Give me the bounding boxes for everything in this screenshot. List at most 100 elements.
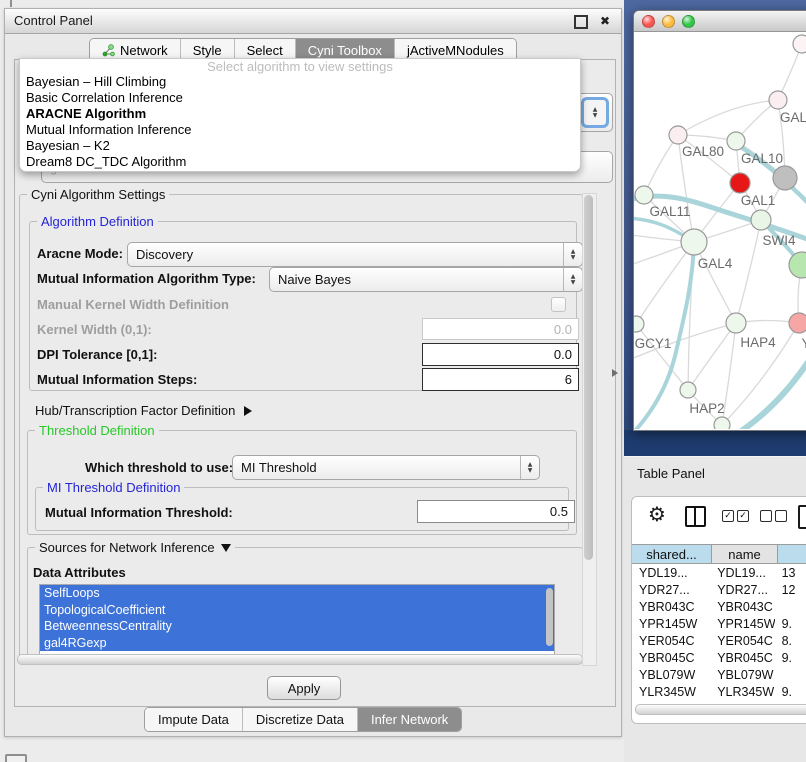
table-cell: YIL052C [632, 701, 710, 702]
network-node-swi4[interactable] [751, 210, 771, 230]
network-canvas[interactable]: GALGAL80GAL10GAL1GAL11SWI4GAL4GCY1HAP4YH… [634, 32, 806, 429]
table-row[interactable]: YDL19...YDL19...13 [632, 565, 806, 582]
table-row[interactable]: YDR27...YDR27...12 [632, 582, 806, 599]
attribute-item-gal4rgexp[interactable]: gal4RGexp [40, 635, 554, 652]
network-window-titlebar[interactable] [634, 11, 806, 32]
table-row[interactable]: YBL079WYBL079W [632, 667, 806, 684]
bottom-tab-infer-network[interactable]: Infer Network [358, 708, 461, 731]
algorithm-option-dream8-dc-tdc-algorithm[interactable]: Dream8 DC_TDC Algorithm [20, 154, 580, 170]
apply-button-label: Apply [288, 681, 321, 696]
table-row[interactable]: YPR145WYPR145W9. [632, 616, 806, 633]
network-edge[interactable] [678, 100, 778, 135]
bottom-tab-impute-data[interactable]: Impute Data [145, 708, 243, 731]
network-edge[interactable] [694, 242, 736, 323]
table-cell: YBR045C [710, 650, 774, 667]
apply-button[interactable]: Apply [267, 676, 341, 700]
settings-scrollbar-thumb[interactable] [584, 195, 593, 560]
network-node-gal4[interactable] [681, 229, 707, 255]
table-row[interactable]: YIL052CYIL052C9. [632, 701, 806, 702]
bottom-left-widget[interactable] [5, 754, 27, 762]
close-icon[interactable]: ✖ [600, 9, 610, 33]
which-threshold-value: MI Threshold [241, 460, 317, 475]
algorithm-option-bayesian-k2[interactable]: Bayesian – K2 [20, 138, 580, 154]
manual-kernel-label: Manual Kernel Width Definition [37, 297, 229, 312]
network-node[interactable] [773, 166, 797, 190]
mi-type-combobox[interactable]: Naive Bayes ▲▼ [269, 267, 583, 292]
algorithm-popup: Select algorithm to view settings Bayesi… [19, 58, 581, 172]
column-header-name[interactable]: name [712, 544, 778, 564]
network-node[interactable] [789, 252, 806, 278]
tab-label: Select [247, 43, 283, 58]
network-node-y[interactable] [789, 313, 806, 333]
network-node-hap2[interactable] [680, 382, 696, 398]
mi-steps-field[interactable]: 6 [422, 368, 579, 391]
node-label: GAL80 [682, 144, 724, 159]
network-node-gcy1[interactable] [634, 316, 644, 332]
list-scrollbar-thumb[interactable] [546, 588, 553, 646]
table-row[interactable]: YER054CYER054C8. [632, 633, 806, 650]
column-header-hidden[interactable] [778, 544, 806, 564]
aracne-mode-label: Aracne Mode: [37, 246, 123, 261]
close-traffic-light[interactable] [642, 15, 655, 28]
table-row[interactable]: YBR043CYBR043C [632, 599, 806, 616]
split-columns-icon[interactable] [685, 506, 706, 527]
mi-threshold-field[interactable]: 0.5 [417, 500, 575, 523]
algorithm-option-bayesian-hill-climbing[interactable]: Bayesian – Hill Climbing [20, 74, 580, 90]
settings-horizontal-scrollbar[interactable] [17, 654, 583, 665]
top-edge-mark [10, 0, 12, 7]
algorithm-option-basic-correlation-inference[interactable]: Basic Correlation Inference [20, 90, 580, 106]
minimize-traffic-light[interactable] [662, 15, 675, 28]
combobox-arrows-icon[interactable]: ▲▼ [520, 456, 539, 479]
table-row[interactable]: YLR345WYLR345W9. [632, 684, 806, 701]
network-node[interactable] [714, 417, 730, 429]
algorithm-popup-list: Bayesian – Hill ClimbingBasic Correlatio… [20, 74, 580, 170]
kernel-width-field[interactable]: 0.0 [422, 318, 579, 340]
network-node-gal[interactable] [769, 91, 787, 109]
table-cell: 9. [775, 701, 806, 702]
gear-icon[interactable]: ⚙ [648, 504, 666, 524]
combobox-arrows-icon[interactable]: ▲▼ [563, 268, 582, 291]
network-node-gal80[interactable] [669, 126, 687, 144]
hub-definition-toggle[interactable]: Hub/Transcription Factor Definition [35, 403, 252, 418]
combobox-stepper-focused[interactable]: ▲▼ [581, 97, 609, 128]
network-node-hap4[interactable] [726, 313, 746, 333]
aracne-mode-combobox[interactable]: Discovery ▲▼ [127, 242, 583, 267]
network-node-gal10[interactable] [727, 132, 745, 150]
screen: Control Panel ✖ NetworkStyleSelectCyni T… [0, 0, 806, 762]
zoom-traffic-light[interactable] [682, 15, 695, 28]
attribute-item-betweennesscentrality[interactable]: BetweennessCentrality [40, 618, 554, 635]
settings-vertical-scrollbar[interactable] [582, 193, 597, 666]
attribute-item-topologicalcoefficient[interactable]: TopologicalCoefficient [40, 602, 554, 619]
algorithm-option-mutual-information-inference[interactable]: Mutual Information Inference [20, 122, 580, 138]
which-threshold-combobox[interactable]: MI Threshold ▲▼ [232, 455, 540, 480]
attribute-item-selfloops[interactable]: SelfLoops [40, 585, 554, 602]
dpi-tolerance-field[interactable]: 0.0 [422, 343, 579, 366]
float-window-icon[interactable] [574, 15, 588, 29]
table-body: YDL19...YDL19...13YDR27...YDR27...12YBR0… [632, 565, 806, 702]
table-row[interactable]: YBR045CYBR045C9. [632, 650, 806, 667]
network-node-gal1[interactable] [730, 173, 750, 193]
network-edge[interactable] [736, 220, 761, 323]
column-header-shared[interactable]: shared... [632, 544, 712, 564]
select-all-checkboxes-icon[interactable]: ✓✓ [722, 510, 749, 522]
mi-threshold-group-title: MI Threshold Definition [43, 480, 184, 495]
bottom-tab-discretize-data[interactable]: Discretize Data [243, 708, 358, 731]
network-node[interactable] [793, 35, 806, 53]
network-node-gal11[interactable] [635, 186, 653, 204]
table-cell: YLR345W [632, 684, 710, 701]
new-table-icon[interactable] [798, 505, 806, 529]
split-pane-handle-icon[interactable] [612, 369, 618, 377]
control-panel-title: Control Panel [14, 13, 93, 28]
network-edge[interactable] [644, 135, 678, 195]
manual-kernel-checkbox[interactable] [551, 297, 566, 312]
control-panel-titlebar[interactable]: Control Panel [5, 9, 621, 34]
table-horizontal-scrollbar[interactable] [635, 704, 806, 715]
deselect-all-checkboxes-icon[interactable] [760, 510, 787, 522]
table-panel: Table Panel ⚙ ✓✓ shared...name YDL19...Y… [624, 456, 806, 762]
sources-group-title[interactable]: Sources for Network Inference [35, 540, 235, 555]
algorithm-option-aracne-algorithm[interactable]: ARACNE Algorithm [20, 106, 580, 122]
data-attributes-list[interactable]: SelfLoopsTopologicalCoefficientBetweenne… [39, 584, 555, 656]
combobox-arrows-icon[interactable]: ▲▼ [563, 243, 582, 266]
table-cell: YLR345W [710, 684, 774, 701]
node-label: GAL11 [649, 204, 690, 219]
